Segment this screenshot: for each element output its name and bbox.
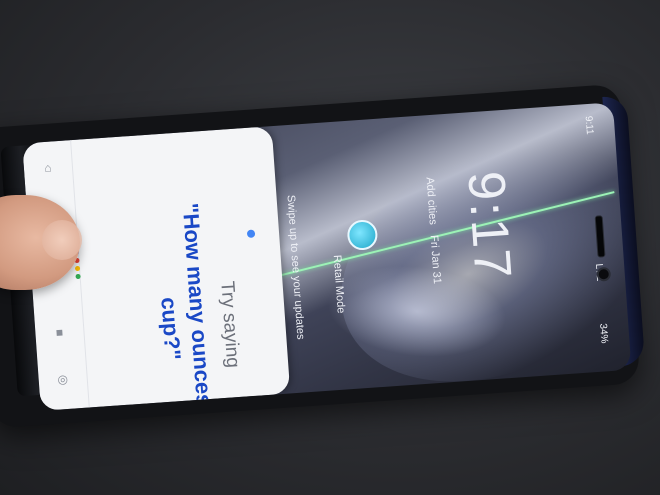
status-battery: 34% — [597, 323, 610, 344]
dot-green — [75, 273, 81, 280]
lock-clock: 9:17 — [456, 169, 522, 283]
fingernail — [42, 220, 82, 260]
compass-icon[interactable]: ◎ — [56, 372, 69, 387]
dot-yellow — [74, 265, 81, 272]
swipe-hint: Swipe up to see your updates — [284, 194, 307, 340]
recents-icon[interactable]: ⌂ — [42, 161, 55, 175]
home-icon[interactable]: ■ — [53, 325, 66, 339]
status-time: 9:11 — [582, 115, 595, 136]
assistant-icon — [246, 229, 256, 239]
assistant-prompt: Try saying "How many ounces in a cup?" — [81, 184, 250, 411]
folding-phone: 9:17 Add cities Fri Jan 31 Swipe up to s… — [0, 43, 652, 447]
phone-screen: 9:17 Add cities Fri Jan 31 Swipe up to s… — [22, 102, 632, 411]
